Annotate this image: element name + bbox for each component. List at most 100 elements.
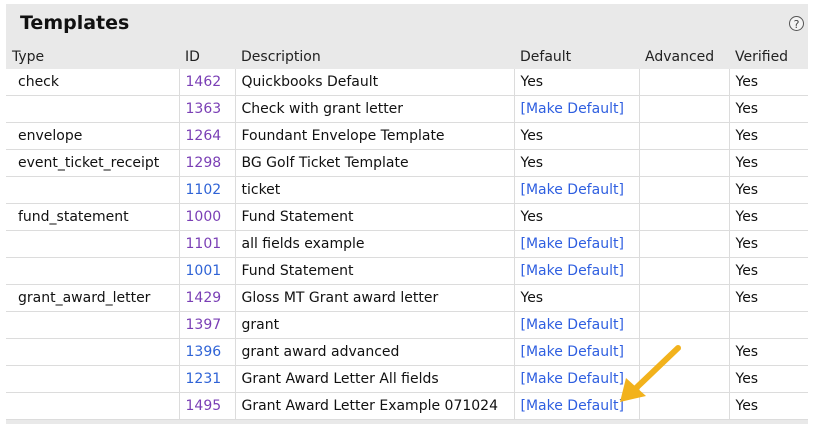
verified-cell: Yes [728,257,808,285]
advanced-cell [638,311,729,339]
column-header-default[interactable]: Default [514,44,639,69]
type-cell [6,365,179,393]
default-cell: [Make Default] [513,176,639,204]
advanced-cell [638,257,729,285]
description-cell: Gloss MT Grant award letter [234,284,514,312]
table-row: 1102 ticket [Make Default] Yes [6,176,808,204]
column-header-advanced[interactable]: Advanced [639,44,729,69]
advanced-cell [638,230,729,258]
advanced-cell [638,95,729,123]
table-row: 1396 grant award advanced [Make Default] Ye… [6,338,808,366]
make-default-link[interactable]: [Make Default] [521,182,624,198]
verified-cell: Yes [728,69,808,96]
description-cell: Quickbooks Default [234,69,514,96]
verified-cell: Yes [728,95,808,123]
column-header-description[interactable]: Description [235,44,514,69]
default-cell: [Make Default] [513,311,639,339]
template-id-link[interactable]: 1264 [178,122,235,150]
table-row: check 1462 Quickbooks Default Yes Yes [6,69,808,96]
verified-cell [728,311,808,339]
table-row: fund_statement 1000 Fund Statement Yes Yes [6,203,808,231]
type-cell [6,176,179,204]
type-cell: event_ticket_receipt [6,149,179,177]
type-cell: grant_award_letter [6,284,179,312]
template-id-link[interactable]: 1231 [178,365,235,393]
default-cell: [Make Default] [513,95,639,123]
table-row: 1001 Fund Statement [Make Default] Yes [6,257,808,285]
type-cell [6,392,179,420]
template-id-link[interactable]: 1495 [178,392,235,420]
template-id-link[interactable]: 1396 [178,338,235,366]
verified-cell: Yes [728,338,808,366]
table-row: 1101 all fields example [Make Default] Yes [6,230,808,258]
type-cell: check [6,69,179,96]
description-cell: Fund Statement [234,257,514,285]
verified-cell: Yes [728,230,808,258]
type-cell [6,230,179,258]
verified-cell: Yes [728,203,808,231]
make-default-link[interactable]: [Make Default] [521,101,624,117]
make-default-link[interactable]: [Make Default] [521,344,624,360]
make-default-link[interactable]: [Make Default] [521,317,624,333]
description-cell: Grant Award Letter Example 071024 [234,392,514,420]
advanced-cell [638,203,729,231]
template-id-link[interactable]: 1000 [178,203,235,231]
column-header-verified[interactable]: Verified [729,44,808,69]
table-row: 1363 Check with grant letter [Make Default… [6,95,808,123]
column-header-type[interactable]: Type [6,44,179,69]
verified-cell: Yes [728,176,808,204]
template-id-link[interactable]: 1298 [178,149,235,177]
make-default-link[interactable]: [Make Default] [521,371,624,387]
type-cell [6,338,179,366]
description-cell: all fields example [234,230,514,258]
templates-table: Type ID Description Default Advanced Ver… [6,44,808,420]
description-cell: Grant Award Letter All fields [234,365,514,393]
advanced-cell [638,284,729,312]
default-cell: [Make Default] [513,257,639,285]
type-cell [6,95,179,123]
description-cell: BG Golf Ticket Template [234,149,514,177]
pointer-arrow-icon [620,345,681,402]
verified-cell: Yes [728,149,808,177]
verified-cell: Yes [728,284,808,312]
description-cell: Check with grant letter [234,95,514,123]
make-default-link[interactable]: [Make Default] [521,398,624,414]
type-cell: fund_statement [6,203,179,231]
description-cell: Foundant Envelope Template [234,122,514,150]
table-row: event_ticket_receipt 1298 BG Golf Ticket T… [6,149,808,177]
table-row: 1397 grant [Make Default] [6,311,808,339]
table-header-row: Type ID Description Default Advanced Ver… [6,44,808,69]
advanced-cell [638,69,729,96]
template-id-link[interactable]: 1001 [178,257,235,285]
type-cell: envelope [6,122,179,150]
column-header-id[interactable]: ID [179,44,235,69]
advanced-cell [638,149,729,177]
verified-cell: Yes [728,365,808,393]
default-cell: [Make Default] [513,230,639,258]
verified-cell: Yes [728,392,808,420]
template-id-link[interactable]: 1462 [178,69,235,96]
make-default-link[interactable]: [Make Default] [521,263,624,279]
help-icon[interactable]: ? [789,16,804,31]
verified-cell: Yes [728,122,808,150]
advanced-cell [638,122,729,150]
description-cell: Fund Statement [234,203,514,231]
panel-header: Templates ? [6,4,808,44]
advanced-cell [638,176,729,204]
description-cell: grant award advanced [234,338,514,366]
table-row: 1231 Grant Award Letter All fields [Make D… [6,365,808,393]
default-cell: Yes [513,122,639,150]
make-default-link[interactable]: [Make Default] [521,236,624,252]
description-cell: ticket [234,176,514,204]
template-id-link[interactable]: 1363 [178,95,235,123]
templates-panel: Templates ? Type ID Description Default … [6,4,808,424]
template-id-link[interactable]: 1101 [178,230,235,258]
table-row: 1495 Grant Award Letter Example 071024 [Ma… [6,392,808,420]
type-cell [6,311,179,339]
template-id-link[interactable]: 1397 [178,311,235,339]
default-cell: Yes [513,69,639,96]
template-id-link[interactable]: 1429 [178,284,235,312]
default-cell: Yes [513,203,639,231]
template-id-link[interactable]: 1102 [178,176,235,204]
table-row: grant_award_letter 1429 Gloss MT Grant awa… [6,284,808,312]
